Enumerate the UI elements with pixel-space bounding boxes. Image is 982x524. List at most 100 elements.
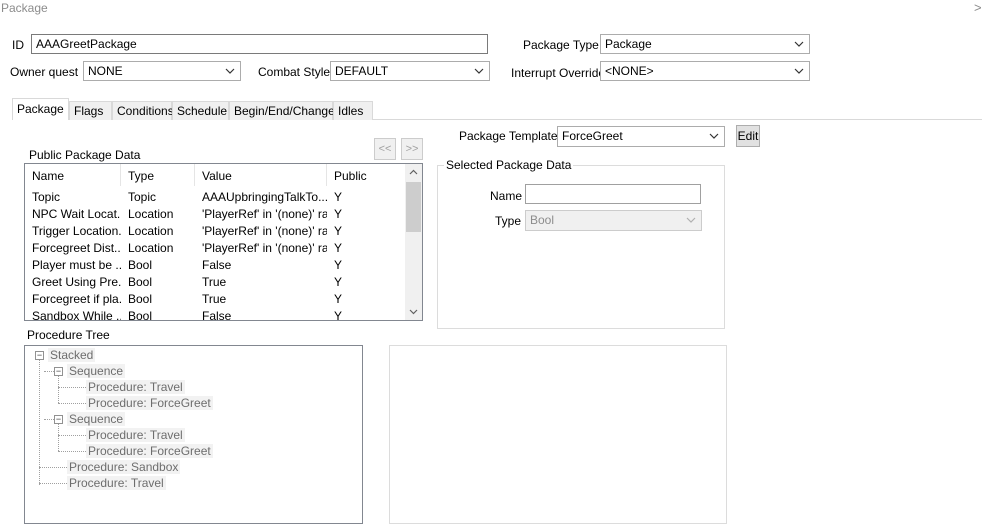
cell-value: 'PlayerRef' in '(none)' ra...: [202, 224, 327, 238]
procedure-tree-title: Procedure Tree: [27, 328, 110, 342]
tree-connector: [58, 403, 86, 404]
collapse-icon[interactable]: −: [35, 351, 44, 360]
tree-connector: [44, 419, 54, 420]
package-type-value: Package: [605, 37, 652, 51]
package-template-label: Package Template: [459, 129, 558, 143]
procedure-details-panel: [389, 345, 727, 524]
cell-name: Topic: [32, 190, 61, 204]
collapse-icon[interactable]: −: [54, 367, 63, 376]
tree-connector: [39, 467, 67, 468]
table-row[interactable]: Forcegreet Dist... Location 'PlayerRef' in…: [25, 241, 405, 258]
type-select[interactable]: Bool: [525, 210, 702, 231]
column-header-name[interactable]: Name: [25, 164, 121, 186]
tree-connector: [58, 387, 86, 388]
combat-style-select[interactable]: DEFAULT: [330, 61, 490, 81]
tree-connector: [58, 423, 59, 451]
tab-flags[interactable]: Flags: [69, 101, 112, 120]
chevron-down-icon: [709, 133, 719, 139]
tab-idles[interactable]: Idles: [333, 101, 373, 120]
table-row[interactable]: Sandbox While ... Bool False Y: [25, 309, 405, 321]
package-template-value: ForceGreet: [562, 129, 623, 143]
cell-value: True: [202, 292, 227, 306]
close-chevron-icon[interactable]: >: [974, 0, 982, 15]
package-type-select[interactable]: Package: [600, 34, 810, 54]
tree-node-procedure[interactable]: Procedure: Sandbox: [67, 460, 181, 474]
tree-node-procedure[interactable]: Procedure: Travel: [67, 476, 166, 490]
tree-node-sequence[interactable]: Sequence: [67, 364, 126, 378]
tree-connector: [44, 371, 54, 372]
package-template-select[interactable]: ForceGreet: [557, 126, 725, 147]
tab-begin-end-change[interactable]: Begin/End/Change: [229, 101, 335, 120]
cell-type: Bool: [128, 292, 153, 306]
interrupt-override-select[interactable]: <NONE>: [600, 61, 810, 81]
column-header-type[interactable]: Type: [121, 164, 195, 186]
package-type-label: Package Type: [523, 38, 599, 52]
scroll-thumb[interactable]: [406, 182, 421, 232]
table-row[interactable]: Topic Topic AAAUpbringingTalkTo... Y: [25, 190, 405, 207]
tree-node-procedure[interactable]: Procedure: Travel: [86, 428, 185, 442]
column-header-value[interactable]: Value: [195, 164, 327, 186]
chevron-down-icon: [225, 68, 235, 74]
tree-node-procedure[interactable]: Procedure: ForceGreet: [86, 444, 213, 458]
cell-name: NPC Wait Locat...: [32, 207, 121, 221]
scroll-down-icon[interactable]: [405, 303, 422, 320]
cell-name: Forcegreet if pla...: [32, 292, 121, 306]
tree-node-procedure[interactable]: Procedure: Travel: [86, 380, 185, 394]
cell-type: Location: [128, 241, 174, 255]
cell-value: AAAUpbringingTalkTo...: [202, 190, 327, 204]
interrupt-override-label: Interrupt Override: [511, 66, 606, 80]
cell-value: False: [202, 309, 232, 321]
vertical-scrollbar[interactable]: [405, 164, 422, 320]
owner-quest-select[interactable]: NONE: [83, 61, 241, 81]
cell-public: Y: [334, 292, 343, 306]
cell-public: Y: [334, 190, 343, 204]
public-data-list[interactable]: Name Type Value Public Topic Topic AAAUpbr…: [24, 163, 423, 321]
tree-node-procedure[interactable]: Procedure: ForceGreet: [86, 396, 213, 410]
chevron-down-icon: [474, 68, 484, 74]
cell-name: Sandbox While ...: [32, 309, 121, 321]
chevron-down-icon: [686, 217, 696, 223]
cell-value: 'PlayerRef' in '(none)' ra...: [202, 241, 327, 255]
cell-type: Bool: [128, 258, 153, 272]
name-label: Name: [490, 189, 523, 203]
cell-name: Trigger Location...: [32, 224, 121, 238]
edit-template-button[interactable]: Edit: [736, 125, 760, 147]
cell-value: 'PlayerRef' in '(none)' ra...: [202, 207, 327, 221]
owner-quest-value: NONE: [88, 64, 123, 78]
cell-value: False: [202, 258, 232, 272]
column-header-public[interactable]: Public: [327, 164, 405, 186]
next-button[interactable]: >>: [401, 138, 423, 160]
list-header: Name Type Value Public: [25, 164, 405, 186]
selected-package-title: Selected Package Data: [444, 158, 574, 172]
combat-style-label: Combat Style: [258, 65, 331, 79]
tab-schedule[interactable]: Schedule: [172, 101, 229, 120]
id-label: ID: [12, 38, 24, 52]
cell-type: Bool: [128, 309, 153, 321]
tree-connector: [58, 375, 59, 403]
table-row[interactable]: NPC Wait Locat... Location 'PlayerRef' in …: [25, 207, 405, 224]
cell-name: Greet Using Pre...: [32, 275, 121, 289]
type-label: Type: [495, 214, 522, 228]
tab-conditions[interactable]: Conditions: [112, 101, 174, 120]
collapse-icon[interactable]: −: [54, 415, 63, 424]
type-value: Bool: [530, 213, 555, 227]
table-row[interactable]: Greet Using Pre... Bool True Y: [25, 275, 405, 292]
cell-type: Location: [128, 207, 174, 221]
table-row[interactable]: Trigger Location... Location 'PlayerRef' i…: [25, 224, 405, 241]
prev-button[interactable]: <<: [374, 138, 396, 160]
tab-package[interactable]: Package: [12, 98, 69, 120]
scroll-up-icon[interactable]: [405, 164, 422, 181]
procedure-tree[interactable]: − Stacked − Sequence Procedure: Travel P…: [24, 345, 363, 524]
chevron-down-icon: [794, 41, 804, 47]
cell-public: Y: [334, 309, 343, 321]
chevron-down-icon: [794, 68, 804, 74]
table-row[interactable]: Player must be ... Bool False Y: [25, 258, 405, 275]
tree-node-stacked[interactable]: Stacked: [48, 348, 96, 362]
tree-node-sequence[interactable]: Sequence: [67, 412, 126, 426]
cell-public: Y: [334, 275, 343, 289]
table-row[interactable]: Forcegreet if pla... Bool True Y: [25, 292, 405, 309]
cell-name: Forcegreet Dist...: [32, 241, 121, 255]
id-input[interactable]: AAAGreetPackage: [31, 34, 488, 54]
name-input[interactable]: [525, 184, 701, 204]
cell-name: Player must be ...: [32, 258, 121, 272]
